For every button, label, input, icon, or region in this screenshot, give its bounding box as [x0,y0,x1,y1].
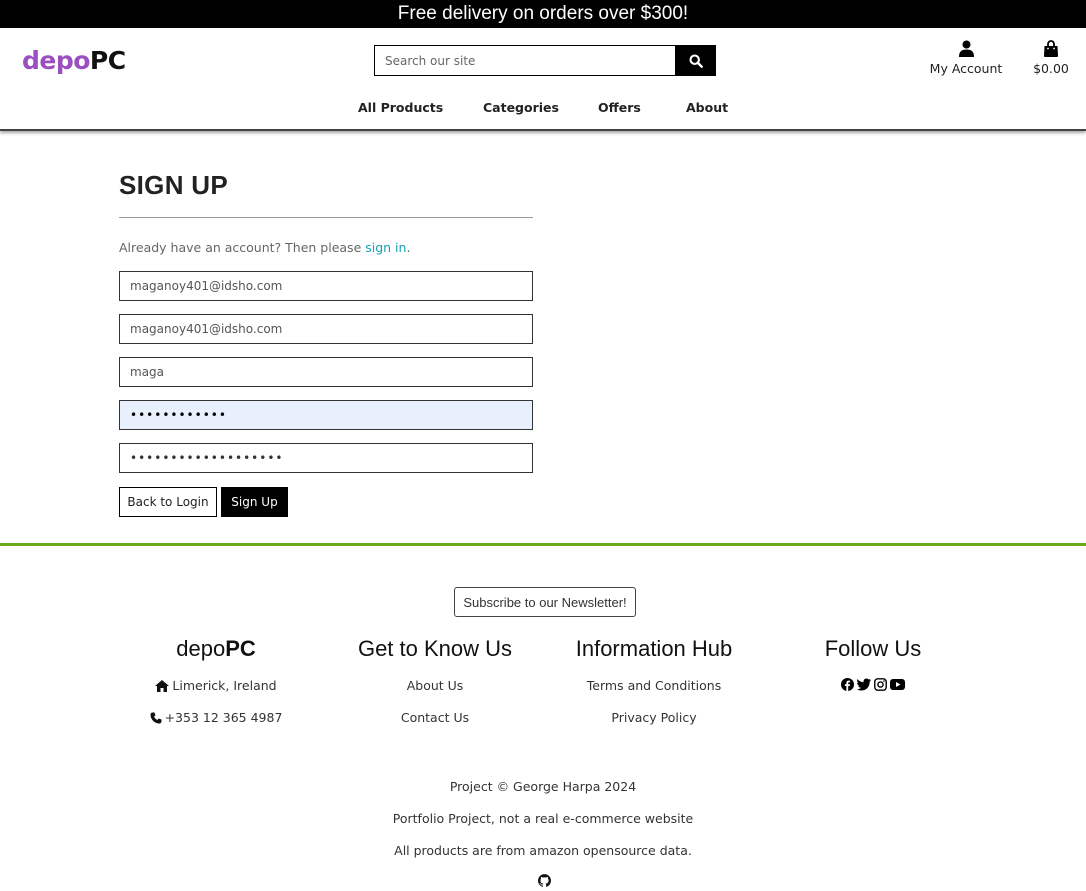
my-account-label: My Account [929,61,1003,76]
page-title: SIGN UP [119,170,229,200]
signin-prompt-period: . [406,240,411,255]
signin-prompt-text: Already have an account? Then please [119,240,366,255]
footer-info-hub-title: Information Hub [575,636,733,661]
signin-link[interactable]: sign in [365,240,406,255]
footer-data-note: All products are from amazon opensource … [394,843,692,858]
back-to-login-button[interactable]: Back to Login [119,487,217,517]
promo-banner: Free delivery on orders over $300! [0,0,1086,28]
signin-prompt: Already have an account? Then please sig… [119,240,410,255]
footer-phone-text: +353 12 365 4987 [164,710,283,725]
phone-icon [150,712,162,724]
social-links [773,678,973,691]
email-confirm-field[interactable] [119,314,533,344]
shopping-bag-icon [1044,40,1058,57]
footer-link-privacy[interactable]: Privacy Policy [554,710,754,742]
footer-copyright: Project © George Harpa 2024 [449,779,637,794]
footer-brand: depoPC [116,636,316,662]
nav-offers[interactable]: Offers [598,100,641,115]
search-icon [689,53,703,68]
twitter-icon[interactable] [857,678,871,691]
footer-location-text: Limerick, Ireland [172,678,277,693]
main-nav: All Products Categories Offers About [0,100,1086,122]
search-form [374,45,716,76]
username-field[interactable] [119,357,533,387]
footer-know-us-column: Get to Know Us About Us Contact Us [335,636,535,742]
email-field[interactable] [119,271,533,301]
logo-part-depo: depo [22,46,90,75]
instagram-icon[interactable] [874,678,887,691]
footer-link-contact-us[interactable]: Contact Us [335,710,535,742]
footer-location: Limerick, Ireland [116,678,316,710]
search-button[interactable] [676,45,716,76]
user-icon [958,40,974,57]
cart-total: $0.00 [1033,61,1069,76]
search-input[interactable] [374,45,676,76]
github-icon[interactable] [538,874,551,887]
password-confirm-field[interactable] [119,443,533,473]
footer-brand-pc: PC [225,636,256,661]
nav-about[interactable]: About [686,100,728,115]
footer-brand-depo: depo [176,636,226,661]
site-logo[interactable]: depoPC [22,46,126,75]
home-icon [155,680,170,692]
newsletter-button[interactable]: Subscribe to our Newsletter! [454,587,636,617]
footer-brand-column: depoPC Limerick, Ireland +353 12 365 498… [116,636,316,742]
facebook-icon[interactable] [841,678,854,691]
footer-info-hub-column: Information Hub Terms and Conditions Pri… [554,636,754,742]
footer-link-terms[interactable]: Terms and Conditions [554,678,754,710]
footer-follow-column: Follow Us [773,636,973,691]
logo-part-pc: PC [89,46,126,75]
nav-categories[interactable]: Categories [483,100,559,115]
footer-follow-title: Follow Us [824,636,922,661]
title-divider [119,217,533,218]
footer-link-about-us[interactable]: About Us [335,678,535,710]
footer-disclaimer: Portfolio Project, not a real e-commerce… [392,811,694,826]
youtube-icon[interactable] [890,678,905,691]
site-header: depoPC My Account $0.00 All Products Cat… [0,28,1086,131]
footer-phone: +353 12 365 4987 [116,710,316,742]
footer-know-us-title: Get to Know Us [357,636,513,661]
my-account-link[interactable]: My Account [926,40,1006,76]
sign-up-button[interactable]: Sign Up [221,487,288,517]
password-field[interactable] [119,400,533,430]
nav-all-products[interactable]: All Products [358,100,443,115]
footer-divider [0,543,1086,546]
cart-link[interactable]: $0.00 [1030,40,1072,76]
